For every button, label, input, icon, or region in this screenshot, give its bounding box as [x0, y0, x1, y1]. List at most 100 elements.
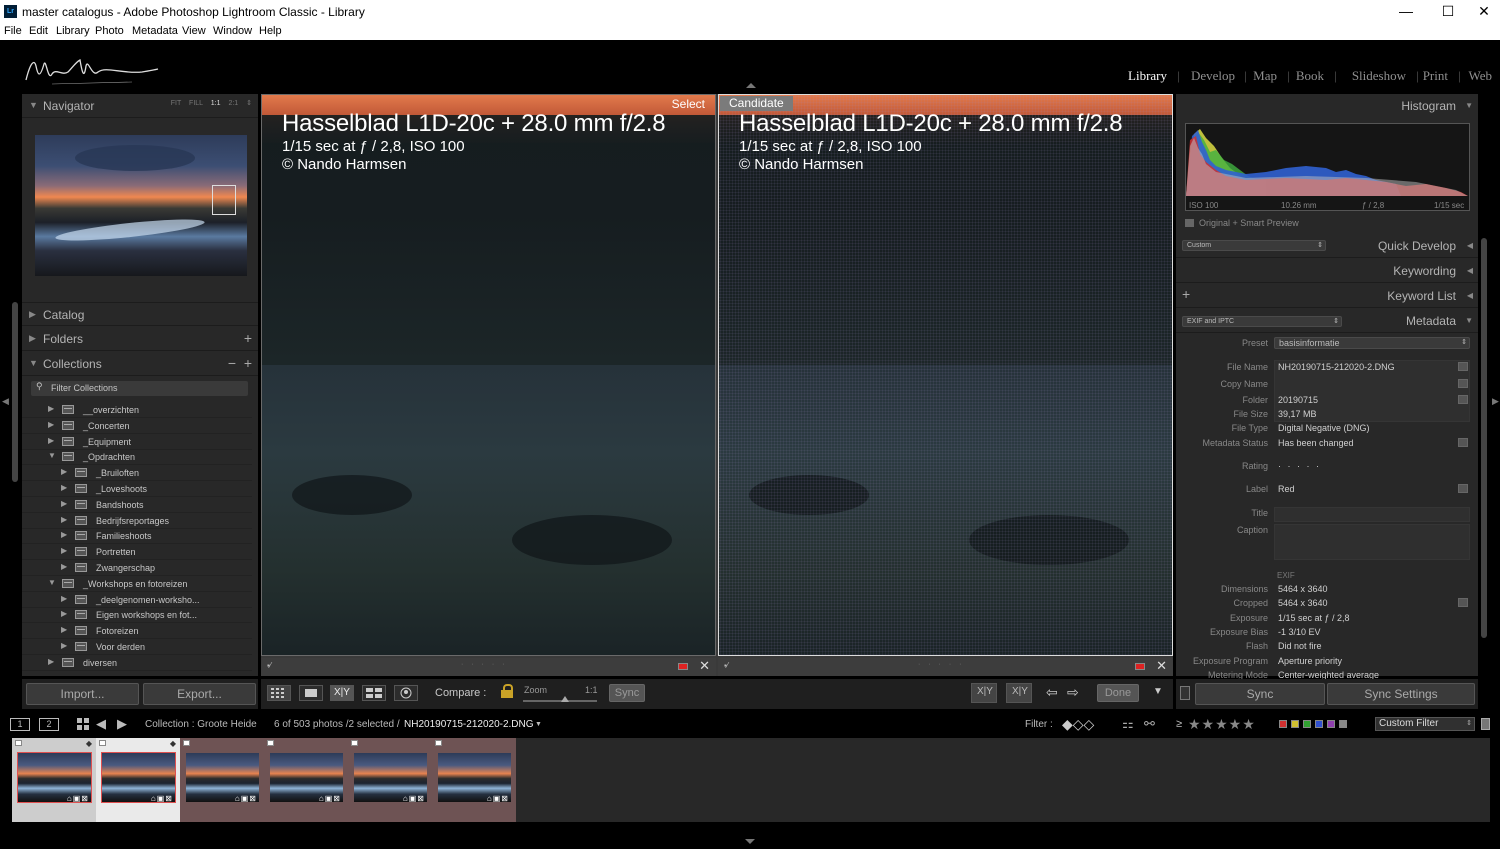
flag-icon[interactable]: ▪⁄ — [724, 661, 728, 670]
select-photo[interactable]: Hasselblad L1D-20c + 28.0 mm f/2.8 1/15 … — [261, 94, 716, 656]
close-candidate-icon[interactable]: ✕ — [1156, 658, 1167, 674]
maximize-button[interactable]: ☐ — [1430, 0, 1466, 24]
swap-select-candidate-icon[interactable]: X|Y — [971, 683, 997, 703]
label-menu-icon[interactable] — [1458, 484, 1468, 493]
expand-triangle-icon[interactable]: ▶ — [48, 436, 54, 445]
label-value[interactable]: Red — [1278, 484, 1295, 494]
navigator-zoom-box[interactable] — [212, 185, 236, 215]
keyword-list-header[interactable]: + Keyword List ◀ — [1176, 284, 1478, 308]
color-label-filter[interactable] — [1303, 720, 1311, 728]
nav-zoom-more-icon[interactable]: ⇕ — [246, 100, 252, 107]
quick-develop-header[interactable]: Custom ⇕ Quick Develop ◀ — [1176, 234, 1478, 258]
module-develop[interactable]: Develop — [1191, 68, 1235, 84]
edit-filter-icon[interactable]: ⚏ — [1122, 716, 1134, 732]
collection-source[interactable]: Collection : Groote Heide — [145, 719, 257, 730]
color-label-filter[interactable] — [1279, 720, 1287, 728]
grid-view-icon[interactable] — [267, 685, 291, 701]
remove-collection-icon[interactable]: − — [228, 355, 236, 371]
filter-lock-icon[interactable] — [1481, 718, 1490, 730]
rating-dots[interactable]: · · · · · — [918, 661, 964, 668]
zoom-slider[interactable] — [523, 700, 597, 702]
collection-item[interactable]: ▶ _Loveshoots — [22, 481, 252, 497]
zoom-lock-icon[interactable] — [501, 684, 513, 698]
add-folder-icon[interactable]: + — [244, 330, 252, 346]
menu-photo[interactable]: Photo — [95, 25, 124, 37]
collection-item[interactable]: ▶ _Equipment — [22, 434, 252, 450]
flag-icon[interactable] — [351, 740, 358, 746]
keywording-header[interactable]: Keywording ◀ — [1176, 259, 1478, 283]
collection-item[interactable]: ▼ _Workshops en fotoreizen — [22, 576, 252, 592]
sync-metadata-button[interactable]: Sync — [1195, 683, 1325, 705]
module-web[interactable]: Web — [1469, 68, 1493, 84]
export-button[interactable]: Export... — [143, 683, 256, 705]
collection-item[interactable]: ▶ Eigen workshops en fot... — [22, 607, 252, 624]
metadata-action-icon[interactable] — [1458, 379, 1468, 388]
filmstrip-thumbnail[interactable]: ⌂▣⊠ — [264, 738, 348, 822]
red-label-icon[interactable] — [678, 663, 688, 670]
main-window-button[interactable]: 1 — [10, 718, 30, 731]
right-panel-scrollbar[interactable] — [1481, 238, 1487, 638]
metadata-action-icon[interactable] — [1458, 362, 1468, 371]
color-label-filter[interactable] — [1339, 720, 1347, 728]
collection-item[interactable]: ▶ Fotoreizen — [22, 623, 252, 640]
back-arrow-icon[interactable]: ◀ — [96, 716, 106, 732]
expand-triangle-icon[interactable]: ▶ — [61, 515, 67, 524]
expand-triangle-icon[interactable]: ▶ — [61, 467, 67, 476]
nav-zoom-fill[interactable]: FILL — [189, 100, 203, 107]
collection-item[interactable]: ▶ _deelgenomen-worksho... — [22, 592, 252, 608]
metadata-action-icon[interactable] — [1458, 438, 1468, 447]
sync-settings-button[interactable]: Sync Settings — [1327, 683, 1475, 705]
filmstrip-thumbnail[interactable]: ⌂▣⊠ — [180, 738, 264, 822]
flag-icon[interactable] — [267, 740, 274, 746]
folders-header[interactable]: ▶ Folders + — [22, 327, 258, 351]
virtual-copy-filter-icon[interactable]: ⚯ — [1144, 716, 1155, 732]
color-label-filter[interactable] — [1315, 720, 1323, 728]
histogram-header[interactable]: Histogram ▼ — [1176, 94, 1478, 118]
metadata-field-value[interactable]: Has been changed — [1278, 438, 1354, 448]
metadata-action-icon[interactable] — [1458, 395, 1468, 404]
module-print[interactable]: Print — [1423, 68, 1448, 84]
expand-triangle-icon[interactable]: ▶ — [48, 404, 54, 413]
nav-zoom-1-1[interactable]: 1:1 — [211, 100, 221, 107]
expand-triangle-icon[interactable]: ▶ — [48, 657, 54, 666]
loupe-view-icon[interactable] — [299, 685, 323, 701]
navigator-header[interactable]: ▼ Navigator FIT FILL 1:1 2:1 ⇕ — [22, 94, 258, 118]
top-panel-toggle-icon[interactable] — [746, 83, 756, 88]
flag-icon[interactable] — [183, 740, 190, 746]
toolbar-options-chevron-icon[interactable]: ▼ — [1153, 686, 1163, 697]
crop-jump-icon[interactable] — [1458, 598, 1468, 608]
flag-filter-icon[interactable]: ◆◇◇ — [1062, 716, 1094, 733]
right-panel-toggle-icon[interactable]: ▶ — [1492, 396, 1499, 407]
custom-filter-dropdown[interactable]: Custom Filter ⇕ — [1375, 717, 1475, 731]
catalog-header[interactable]: ▶ Catalog — [22, 302, 258, 326]
flag-icon[interactable]: ▪⁄ — [267, 661, 271, 670]
forward-arrow-icon[interactable]: ▶ — [117, 716, 127, 732]
filmstrip-thumbnail[interactable]: ⌂▣⊠ ◆ — [12, 738, 96, 822]
close-select-icon[interactable]: ✕ — [699, 658, 710, 674]
menu-view[interactable]: View — [182, 25, 206, 37]
grid-icon[interactable] — [77, 718, 89, 730]
red-label-icon[interactable] — [1135, 663, 1145, 670]
import-button[interactable]: Import... — [26, 683, 139, 705]
expand-triangle-icon[interactable]: ▶ — [61, 594, 67, 603]
expand-triangle-icon[interactable]: ▶ — [61, 483, 67, 492]
rating-filter-stars[interactable]: ★★★★★ — [1188, 716, 1256, 733]
previous-photo-icon[interactable]: ⇦ — [1046, 684, 1058, 701]
nav-zoom-fit[interactable]: FIT — [171, 100, 181, 107]
next-photo-icon[interactable]: ⇨ — [1067, 684, 1079, 701]
zoom-slider-knob[interactable] — [561, 696, 569, 702]
menu-edit[interactable]: Edit — [29, 25, 48, 37]
metadata-field-value[interactable]: 20190715 — [1278, 395, 1318, 405]
collection-item[interactable]: ▶ Bandshoots — [22, 497, 252, 513]
collection-item[interactable]: ▶ diversen — [22, 655, 252, 671]
auto-sync-switch[interactable] — [1180, 686, 1190, 700]
rating-value[interactable]: · · · · · — [1278, 461, 1321, 471]
expand-triangle-icon[interactable]: ▶ — [61, 499, 67, 508]
metadata-field-value[interactable]: NH20190715-212020-2.DNG — [1278, 362, 1395, 372]
close-button[interactable]: ✕ — [1466, 0, 1500, 24]
menu-window[interactable]: Window — [213, 25, 252, 37]
filmstrip-thumbnail[interactable]: ⌂▣⊠ ◆ — [96, 738, 180, 822]
collection-item[interactable]: ▼ _Opdrachten — [22, 449, 252, 466]
metadata-view-dropdown[interactable]: EXIF and IPTC ⇕ — [1182, 316, 1342, 327]
done-button[interactable]: Done — [1097, 684, 1139, 702]
